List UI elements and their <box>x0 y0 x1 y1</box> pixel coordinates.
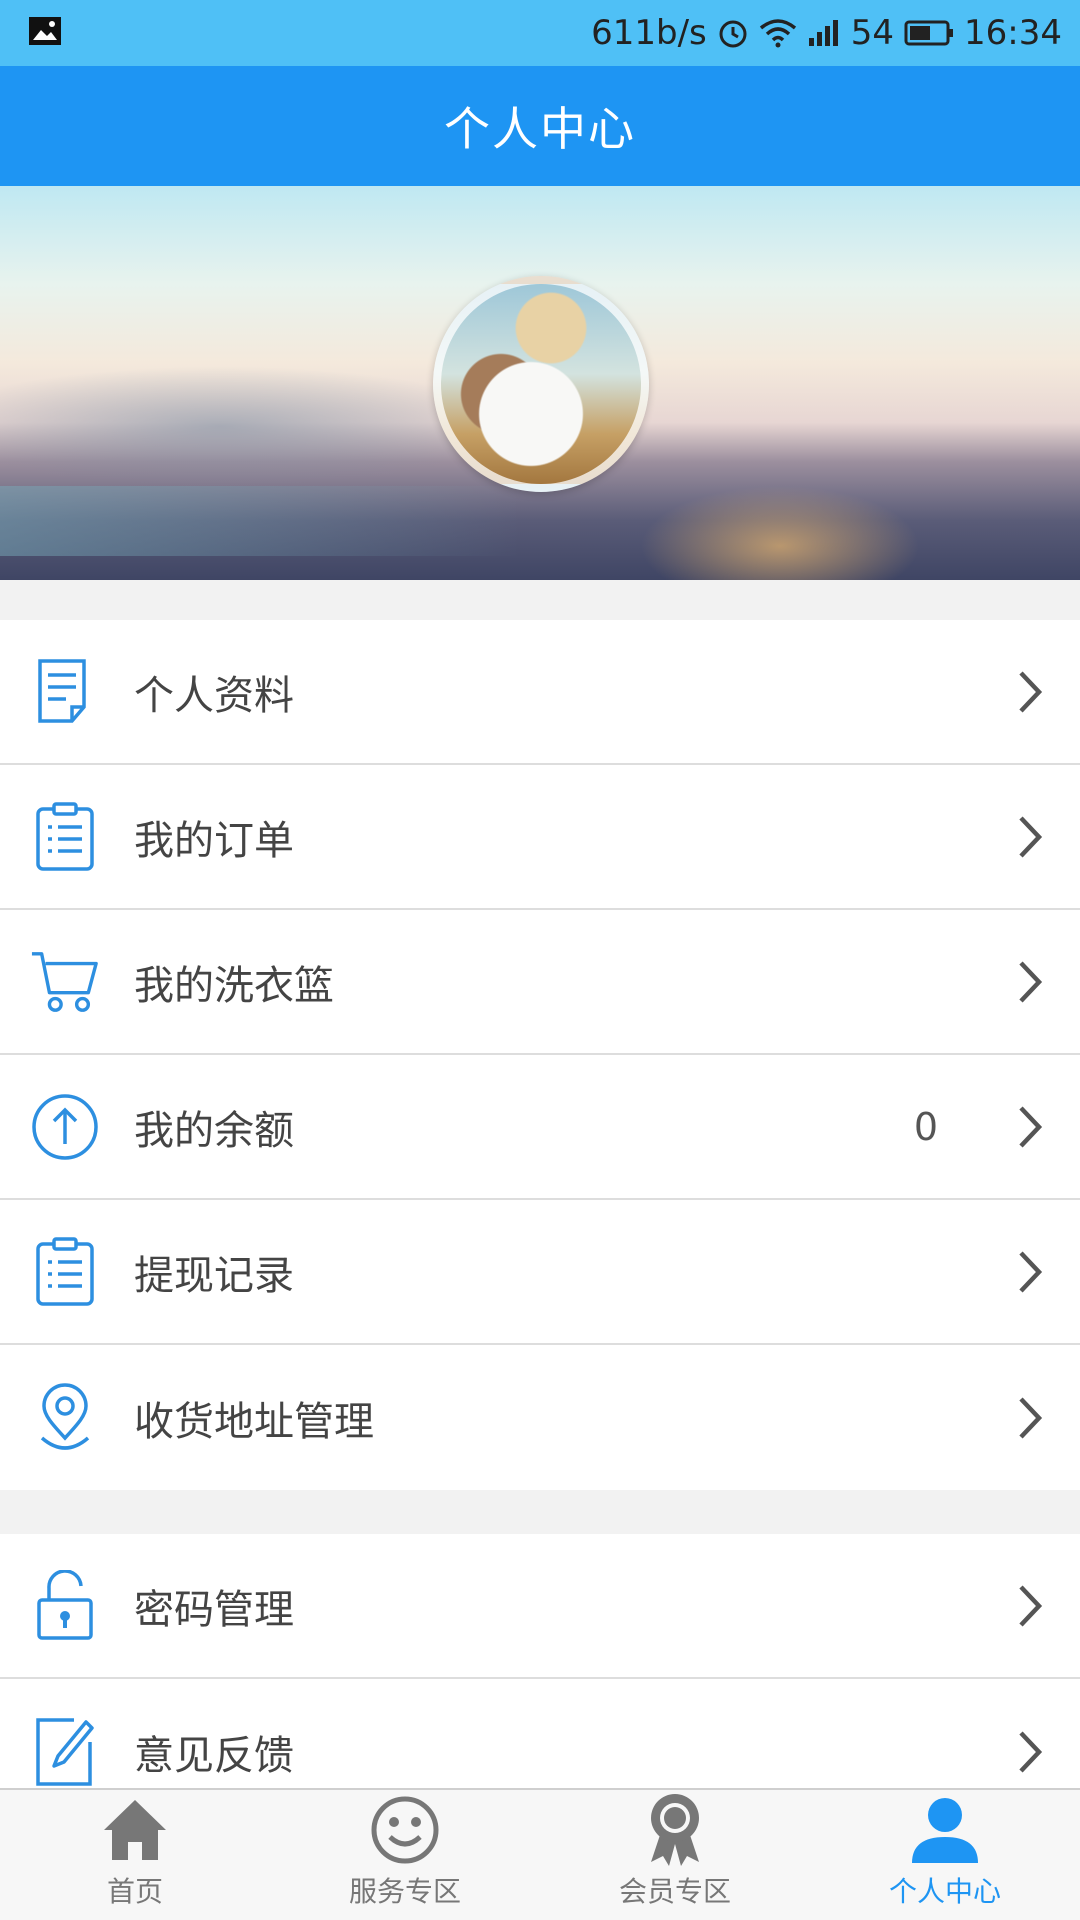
edit-icon <box>30 1717 100 1787</box>
menu-group-account: 个人资料 我的订单 我的洗衣篮 我的余额 0 提现记录 收货地址管理 <box>0 620 1080 1490</box>
avatar[interactable] <box>433 276 649 492</box>
menu-label: 提现记录 <box>134 1252 294 1299</box>
nav-label: 个人中心 <box>888 1875 1001 1908</box>
smiley-icon <box>370 1790 440 1870</box>
signal-icon <box>807 18 841 48</box>
home-icon <box>102 1790 168 1870</box>
chevron-right-icon <box>1010 1576 1050 1636</box>
menu-item-address[interactable]: 收货地址管理 <box>0 1345 1080 1490</box>
wifi-icon <box>759 18 797 48</box>
balance-value: 0 <box>913 1104 938 1149</box>
menu-label: 个人资料 <box>134 672 294 719</box>
app-root: 611b/s 54 16:34 个人中心 个人资料 我的订单 我的洗衣篮 我的余… <box>0 0 1080 1920</box>
chevron-right-icon <box>1010 662 1050 722</box>
location-pin-icon <box>30 1382 100 1453</box>
menu-label: 收货地址管理 <box>134 1398 374 1445</box>
nav-profile[interactable]: 个人中心 <box>810 1790 1080 1920</box>
nav-member[interactable]: 会员专区 <box>540 1790 810 1920</box>
menu-label: 我的余额 <box>134 1107 294 1154</box>
lock-icon <box>30 1569 100 1641</box>
chevron-right-icon <box>1010 1242 1050 1302</box>
menu-item-withdraw-records[interactable]: 提现记录 <box>0 1200 1080 1345</box>
menu-item-laundry-basket[interactable]: 我的洗衣篮 <box>0 910 1080 1055</box>
menu-item-orders[interactable]: 我的订单 <box>0 765 1080 910</box>
battery-level: 54 <box>850 13 895 53</box>
chevron-right-icon <box>1010 807 1050 867</box>
banner-road <box>640 486 920 580</box>
chevron-right-icon <box>1010 1097 1050 1157</box>
chevron-right-icon <box>1010 952 1050 1012</box>
menu-label: 意见反馈 <box>134 1732 294 1779</box>
menu-group-settings: 密码管理 意见反馈 <box>0 1534 1080 1824</box>
menu-item-balance[interactable]: 我的余额 0 <box>0 1055 1080 1200</box>
cart-icon <box>30 947 100 1017</box>
nav-home[interactable]: 首页 <box>0 1790 270 1920</box>
medal-icon <box>643 1790 707 1870</box>
order-list-icon <box>30 801 100 872</box>
status-bar: 611b/s 54 16:34 <box>0 0 1080 66</box>
banner-sea <box>0 486 520 556</box>
withdraw-list-icon <box>30 1236 100 1307</box>
nav-label: 会员专区 <box>618 1875 731 1908</box>
menu-label: 我的洗衣篮 <box>134 962 334 1009</box>
chevron-right-icon <box>1010 1722 1050 1782</box>
nav-label: 首页 <box>106 1875 163 1908</box>
profile-doc-icon <box>30 657 100 727</box>
nav-label: 服务专区 <box>348 1875 461 1908</box>
menu-item-password[interactable]: 密码管理 <box>0 1534 1080 1679</box>
image-icon <box>28 16 62 50</box>
menu-label: 密码管理 <box>134 1586 294 1633</box>
bottom-nav: 首页 服务专区 会员专区 个人中心 <box>0 1788 1080 1920</box>
menu-label: 我的订单 <box>134 817 294 864</box>
balance-up-icon <box>30 1092 100 1162</box>
person-icon <box>910 1790 980 1870</box>
page-title: 个人中心 <box>444 102 636 156</box>
alarm-icon <box>717 17 749 49</box>
clock: 16:34 <box>964 13 1062 53</box>
network-speed: 611b/s <box>591 13 707 53</box>
chevron-right-icon <box>1010 1388 1050 1448</box>
battery-icon <box>904 19 954 47</box>
nav-service[interactable]: 服务专区 <box>270 1790 540 1920</box>
menu-item-profile[interactable]: 个人资料 <box>0 620 1080 765</box>
page-header: 个人中心 <box>0 66 1080 186</box>
status-right: 611b/s 54 16:34 <box>591 13 1062 53</box>
